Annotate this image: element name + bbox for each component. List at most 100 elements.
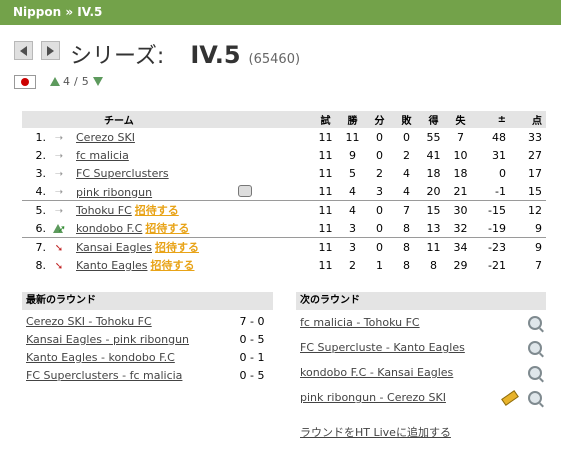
- position-change-down-icon: ➘: [54, 242, 64, 254]
- magnifier-icon[interactable]: [528, 365, 542, 380]
- goals-against: 10: [453, 148, 468, 162]
- won: 9: [349, 148, 356, 162]
- table-row: 4. ➝ pink ribongun 11 4 3 4 20 21 -1 15: [22, 182, 546, 201]
- col-goals-against: 失: [447, 111, 474, 128]
- team-link[interactable]: FC Superclusters: [76, 167, 169, 180]
- invite-link[interactable]: 招待する: [155, 241, 199, 254]
- breadcrumb-level[interactable]: IV.5: [77, 5, 102, 19]
- invite-link[interactable]: 招待する: [135, 204, 179, 217]
- latest-match-row: Kanto Eagles - kondobo F.C 0 - 1: [26, 348, 269, 366]
- message-icon[interactable]: [238, 184, 253, 197]
- goals-for: 41: [426, 148, 441, 162]
- team-link[interactable]: Kanto Eagles: [76, 259, 148, 272]
- pager-down-icon[interactable]: [92, 77, 103, 86]
- points: 33: [528, 130, 542, 144]
- next-series-button[interactable]: [41, 41, 60, 60]
- latest-match-score: 0 - 1: [239, 350, 265, 364]
- latest-match-link[interactable]: Kanto Eagles - kondobo F.C: [26, 351, 235, 364]
- next-match-link[interactable]: FC Supercluste - Kanto Eagles: [300, 341, 528, 354]
- goal-diff: -23: [474, 237, 510, 256]
- pager-up-icon[interactable]: [50, 77, 60, 86]
- magnifier-icon[interactable]: [528, 315, 542, 330]
- table-row: 2. ➝ fc malicia 11 9 0 2 41 10 31 27: [22, 146, 546, 164]
- goal-diff: -19: [488, 221, 506, 235]
- won: 4: [349, 184, 356, 198]
- played: 11: [318, 166, 333, 180]
- pencil-icon[interactable]: [501, 389, 519, 406]
- latest-match-row: Kansai Eagles - pink ribongun 0 - 5: [26, 330, 269, 348]
- position: 8.: [35, 258, 47, 272]
- latest-match-link[interactable]: Cerezo SKI - Tohoku FC: [26, 315, 235, 328]
- position-change-same-icon: ➝: [54, 186, 64, 198]
- next-match-link[interactable]: pink ribongun - Cerezo SKI: [300, 391, 502, 404]
- latest-match-row: Cerezo SKI - Tohoku FC 7 - 0: [26, 312, 269, 330]
- position-change-same-icon: ➝: [54, 168, 64, 180]
- latest-match-score: 0 - 5: [239, 368, 265, 382]
- series-label: シリーズ:: [70, 44, 165, 69]
- points: 12: [510, 200, 546, 219]
- page-title: シリーズ: IV.5 (65460): [70, 38, 301, 69]
- played: 11: [318, 258, 333, 272]
- draw: 3: [376, 184, 383, 198]
- col-points: 点: [510, 111, 546, 128]
- invite-link[interactable]: 招待する: [145, 222, 189, 235]
- previous-series-button[interactable]: [14, 41, 33, 60]
- goal-diff: 0: [499, 166, 506, 180]
- arrow-left-icon: [20, 45, 27, 56]
- add-round-to-ht-live-link[interactable]: ラウンドをHT Liveに追加する: [300, 426, 451, 439]
- table-row: 6. ➚ kondobo F.C 招待する 11 3 0 8 13 32 -19 9: [22, 219, 546, 238]
- table-row: 8. ➘ Kanto Eagles 招待する 11 2 1 8 8 29 -21 7: [22, 256, 546, 274]
- played: 11: [312, 200, 339, 219]
- latest-round-title: 最新のラウンド: [22, 292, 273, 310]
- position-change-same-icon: ➝: [54, 150, 64, 162]
- league-table-header: チーム 試 勝 分 敗 得 失 ± 点: [22, 111, 546, 128]
- latest-match-link[interactable]: FC Superclusters - fc malicia: [26, 369, 235, 382]
- goals-for: 18: [426, 166, 441, 180]
- col-draw: 分: [366, 111, 393, 128]
- latest-match-score: 7 - 0: [239, 314, 265, 328]
- latest-round-panel: 最新のラウンド Cerezo SKI - Tohoku FC 7 - 0 Kansa…: [22, 292, 273, 384]
- draw: 0: [376, 130, 383, 144]
- won: 3: [339, 237, 366, 256]
- league-id: (65460): [248, 52, 301, 67]
- points: 15: [528, 184, 542, 198]
- next-match-link[interactable]: kondobo F.C - Kansai Eagles: [300, 366, 528, 379]
- japan-flag-icon[interactable]: [14, 75, 36, 89]
- team-link[interactable]: Tohoku FC: [76, 204, 132, 217]
- latest-match-link[interactable]: Kansai Eagles - pink ribongun: [26, 333, 235, 346]
- position-change-down-icon: ➘: [54, 260, 64, 272]
- team-link[interactable]: pink ribongun: [76, 186, 152, 199]
- team-link[interactable]: Kansai Eagles: [76, 241, 152, 254]
- goals-for: 11: [420, 237, 447, 256]
- breadcrumb-league[interactable]: Nippon: [13, 5, 61, 19]
- goals-for: 20: [426, 184, 441, 198]
- next-match-link[interactable]: fc malicia - Tohoku FC: [300, 316, 528, 329]
- col-won: 勝: [339, 111, 366, 128]
- invite-link[interactable]: 招待する: [151, 259, 195, 272]
- team-link[interactable]: kondobo F.C: [76, 222, 142, 235]
- breadcrumb: Nippon » IV.5: [0, 0, 561, 25]
- played: 11: [318, 184, 333, 198]
- points: 17: [528, 166, 542, 180]
- position: 5.: [22, 200, 46, 219]
- goals-for: 55: [426, 130, 441, 144]
- goal-diff: -21: [488, 258, 506, 272]
- won: 11: [345, 130, 360, 144]
- latest-match-score: 0 - 5: [239, 332, 265, 346]
- team-link[interactable]: Cerezo SKI: [76, 131, 135, 144]
- goals-against: 21: [453, 184, 468, 198]
- next-match-row: pink ribongun - Cerezo SKI: [300, 385, 542, 410]
- col-goal-diff: ±: [474, 111, 510, 128]
- points: 9: [510, 237, 546, 256]
- lost: 8: [403, 221, 410, 235]
- won: 5: [349, 166, 356, 180]
- points: 27: [528, 148, 542, 162]
- position: 4.: [35, 184, 47, 198]
- series-pager: 4 / 5: [50, 75, 103, 88]
- magnifier-icon[interactable]: [528, 390, 542, 405]
- position: 3.: [35, 166, 47, 180]
- position: 2.: [35, 148, 47, 162]
- magnifier-icon[interactable]: [528, 340, 542, 355]
- team-link[interactable]: fc malicia: [76, 149, 129, 162]
- points: 7: [535, 258, 542, 272]
